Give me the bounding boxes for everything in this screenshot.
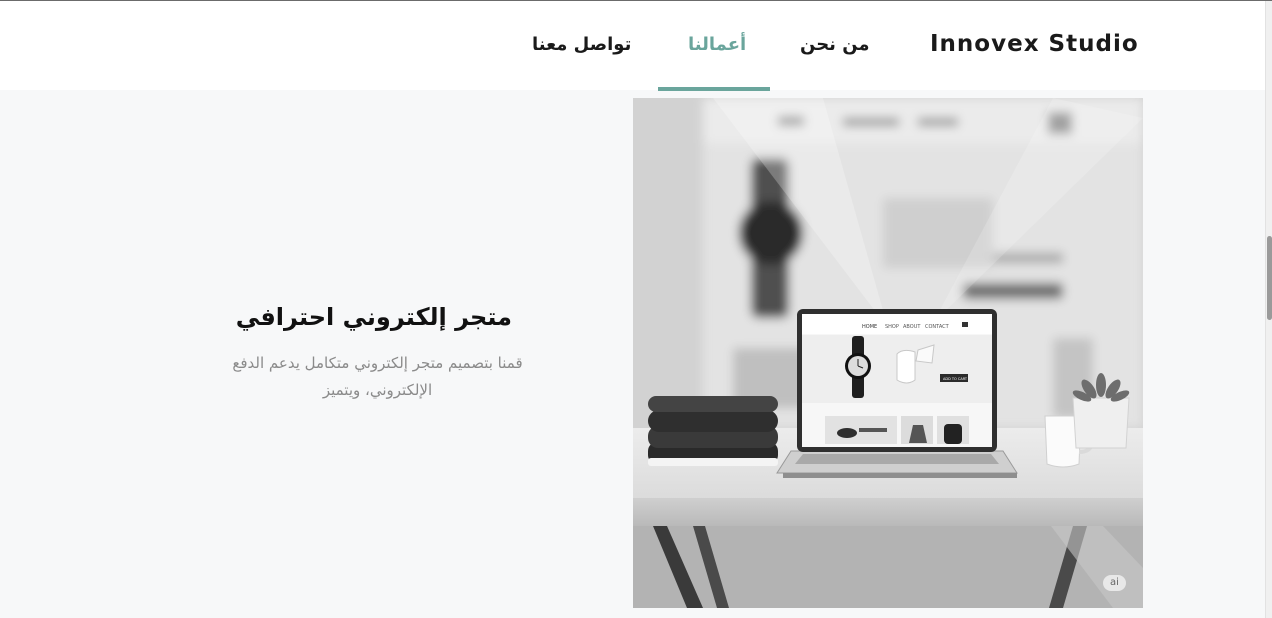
mockup-nav-about: ABOUT bbox=[903, 324, 921, 330]
nav-item-work[interactable]: أعمالنا bbox=[688, 34, 746, 55]
project-description: قمنا بتصميم متجر إلكتروني متكامل يدعم ال… bbox=[232, 354, 523, 399]
nav-item-about[interactable]: من نحن bbox=[800, 34, 870, 55]
project-title: متجر إلكتروني احترافي bbox=[235, 303, 512, 331]
brand-logo[interactable]: Innovex Studio bbox=[930, 31, 1139, 57]
mockup-add-to-cart: ADD TO CART bbox=[943, 377, 968, 381]
mockup-nav-home: HOME bbox=[862, 324, 877, 330]
project-image: HOME SHOP ABOUT CONTACT ADD TO CART bbox=[633, 98, 1143, 608]
ai-badge: ai bbox=[1103, 575, 1126, 591]
page-scrollbar-thumb[interactable] bbox=[1267, 236, 1272, 320]
mockup-nav-contact: CONTACT bbox=[925, 324, 950, 330]
active-nav-indicator bbox=[658, 87, 770, 91]
mockup-nav-shop: SHOP bbox=[885, 324, 899, 330]
site-header: Innovex Studio من نحن أعمالنا تواصل معنا bbox=[0, 1, 1265, 91]
nav-item-contact[interactable]: تواصل معنا bbox=[532, 34, 631, 55]
